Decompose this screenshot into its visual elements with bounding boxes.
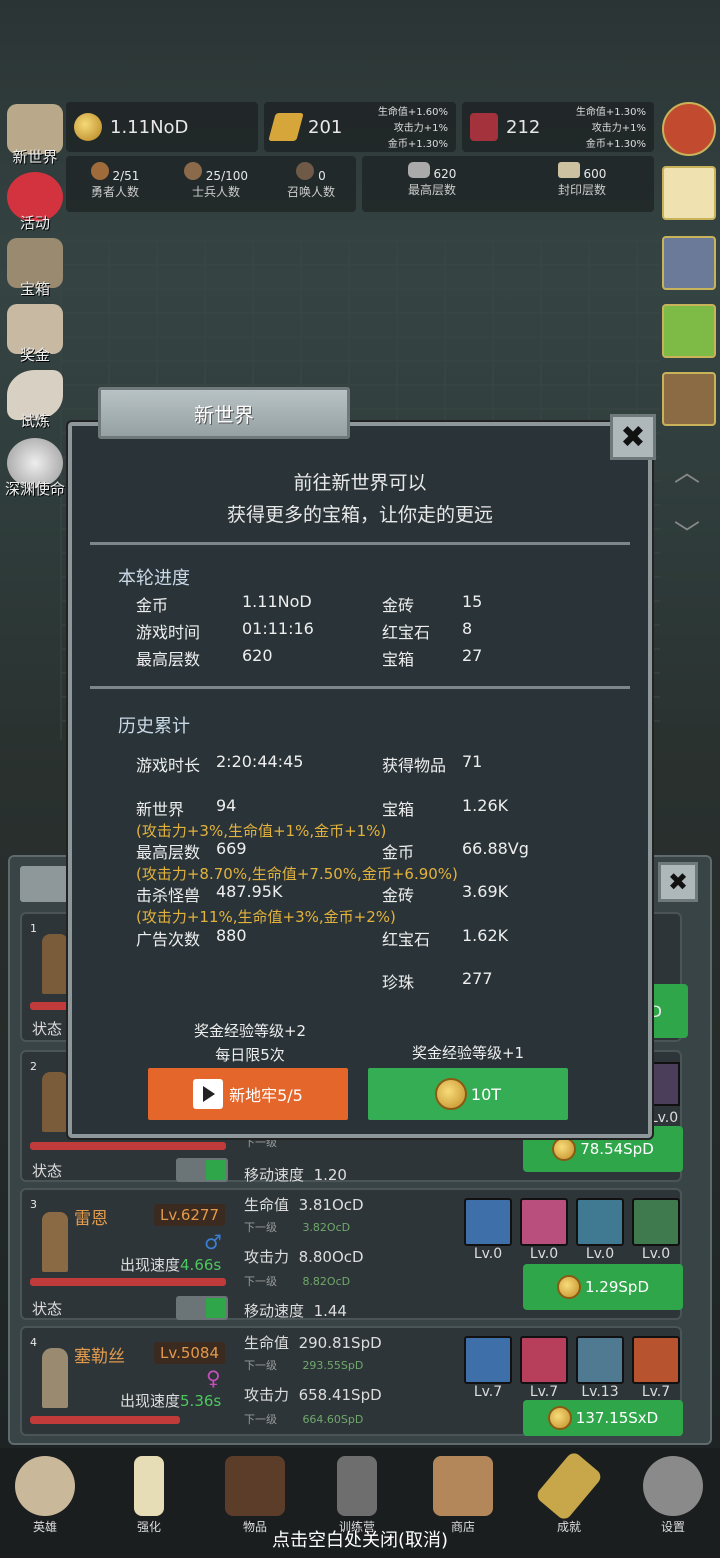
new-dungeon-button[interactable]: 新地牢5/5 bbox=[148, 1068, 348, 1120]
history-section-title: 历史累计 bbox=[118, 716, 190, 737]
floor-counts: 620 最高层数 600 封印层数 bbox=[362, 156, 654, 212]
hero-sprite-icon bbox=[42, 1072, 68, 1132]
summon-head-icon bbox=[296, 162, 315, 180]
soldier-head-icon bbox=[183, 162, 202, 180]
coin-icon bbox=[547, 1406, 572, 1430]
coin-new-world-button[interactable]: 10T bbox=[368, 1068, 568, 1120]
hero-sprite-icon bbox=[42, 1348, 68, 1408]
gold-brick-icon bbox=[268, 113, 304, 141]
new-world-dialog: 前往新世界可以 获得更多的宝箱，让你走的更远 本轮进度 金币 1.11NoD 金… bbox=[68, 422, 652, 1138]
side-event[interactable]: 活动 bbox=[2, 172, 68, 233]
scroll-up-icon[interactable]: ︿ bbox=[674, 452, 700, 489]
side-trial[interactable]: 试炼 bbox=[2, 370, 68, 431]
boots-skill-icon[interactable] bbox=[576, 1336, 624, 1384]
coin-icon bbox=[557, 1275, 581, 1299]
gender-female-icon: ♀ bbox=[206, 1366, 221, 1390]
coin-icon bbox=[552, 1137, 577, 1161]
panel-close-icon[interactable]: ✖ bbox=[658, 862, 698, 902]
nav-shop[interactable]: 商店 bbox=[418, 1448, 508, 1535]
summon-count: 0 召唤人数 bbox=[266, 162, 356, 200]
dialog-title: 新世界 bbox=[98, 387, 350, 439]
hero-sprite-icon bbox=[42, 934, 68, 994]
dialog-close-icon[interactable]: ✖ bbox=[610, 414, 656, 460]
hp-bar bbox=[30, 1416, 180, 1424]
ruby-bonus: 生命值+1.30% 攻击力+1% 金币+1.30% bbox=[575, 107, 646, 150]
soldier-count: 25/100 士兵人数 bbox=[166, 162, 266, 200]
dagger-skill-icon[interactable] bbox=[520, 1198, 568, 1246]
gold-coin-icon bbox=[74, 113, 102, 141]
hero3-upgrade-button[interactable]: 1.29SpD bbox=[523, 1264, 683, 1310]
video-play-icon bbox=[193, 1079, 224, 1109]
hero-sprite-icon bbox=[42, 1212, 68, 1272]
helmet-icon[interactable] bbox=[662, 372, 716, 426]
unit-counts: 2/51 勇者人数 25/100 士兵人数 0 召唤人数 bbox=[66, 156, 356, 212]
seal-floor: 600 封印层数 bbox=[532, 162, 632, 198]
shield-skill-icon[interactable] bbox=[464, 1336, 512, 1384]
gear-icon bbox=[643, 1456, 703, 1516]
skull-icon bbox=[15, 1456, 75, 1516]
hero-head-icon bbox=[90, 162, 109, 180]
book-icon bbox=[225, 1456, 285, 1516]
nav-items[interactable]: 物品 bbox=[210, 1448, 300, 1535]
divider bbox=[90, 686, 630, 689]
side-abyss[interactable]: 深渊使命 bbox=[2, 438, 68, 499]
nav-settings[interactable]: 设置 bbox=[628, 1448, 718, 1535]
fire-skill-icon[interactable] bbox=[632, 1336, 680, 1384]
beast-skill-icon[interactable] bbox=[520, 1336, 568, 1384]
nav-hero[interactable]: 英雄 bbox=[0, 1448, 90, 1535]
side-chest[interactable]: 宝箱 bbox=[2, 238, 68, 299]
scroll-icon bbox=[557, 162, 580, 178]
nav-enhance[interactable]: 强化 bbox=[104, 1448, 194, 1535]
ruby-counter: 212 生命值+1.30% 攻击力+1% 金币+1.30% bbox=[462, 102, 654, 152]
stone-icon bbox=[407, 162, 430, 178]
slime-icon[interactable] bbox=[662, 304, 716, 358]
hp-bar bbox=[30, 1142, 226, 1150]
nav-training[interactable]: 训练营 bbox=[312, 1448, 402, 1535]
brick-counter: 201 生命值+1.60% 攻击力+1% 金币+1.30% bbox=[264, 102, 456, 152]
gold-counter: 1.11NoD bbox=[66, 102, 258, 152]
side-bonus[interactable]: 奖金 bbox=[2, 304, 68, 365]
key-icon bbox=[534, 1450, 604, 1522]
round-section-title: 本轮进度 bbox=[118, 568, 190, 589]
hp-bar bbox=[30, 1278, 226, 1286]
nav-achievement[interactable]: 成就 bbox=[524, 1448, 614, 1535]
mug-icon bbox=[433, 1456, 493, 1516]
move-speed: 移动速度 1.20 bbox=[244, 1166, 347, 1184]
candle-icon bbox=[134, 1456, 164, 1516]
lantern-icon bbox=[337, 1456, 377, 1516]
intro-line-1: 前往新世界可以 bbox=[293, 472, 427, 494]
gender-male-icon: ♂ bbox=[204, 1230, 222, 1254]
hero-count: 2/51 勇者人数 bbox=[70, 162, 160, 200]
candle-icon[interactable] bbox=[662, 166, 716, 220]
ruby-icon bbox=[470, 113, 498, 141]
brick-bonus: 生命值+1.60% 攻击力+1% 金币+1.30% bbox=[377, 107, 448, 150]
max-floor: 620 最高层数 bbox=[382, 162, 482, 198]
leaf-skill-icon[interactable] bbox=[632, 1198, 680, 1246]
boots-skill-icon[interactable] bbox=[576, 1198, 624, 1246]
meat-icon[interactable] bbox=[662, 236, 716, 290]
side-new-world[interactable]: 新世界 bbox=[2, 104, 68, 167]
coin-icon bbox=[434, 1078, 467, 1110]
close-hint[interactable]: 点击空白处关闭(取消) bbox=[0, 1526, 720, 1552]
scroll-down-icon[interactable]: ﹀ bbox=[674, 514, 700, 551]
intro-line-2: 获得更多的宝箱，让你走的更远 bbox=[226, 504, 493, 526]
auto-toggle[interactable] bbox=[176, 1296, 228, 1320]
hero4-upgrade-button[interactable]: 137.15SxD bbox=[523, 1400, 683, 1436]
sword-skill-icon[interactable] bbox=[464, 1198, 512, 1246]
fruit-icon[interactable] bbox=[662, 102, 716, 156]
divider bbox=[90, 542, 630, 545]
auto-toggle[interactable] bbox=[176, 1158, 228, 1182]
